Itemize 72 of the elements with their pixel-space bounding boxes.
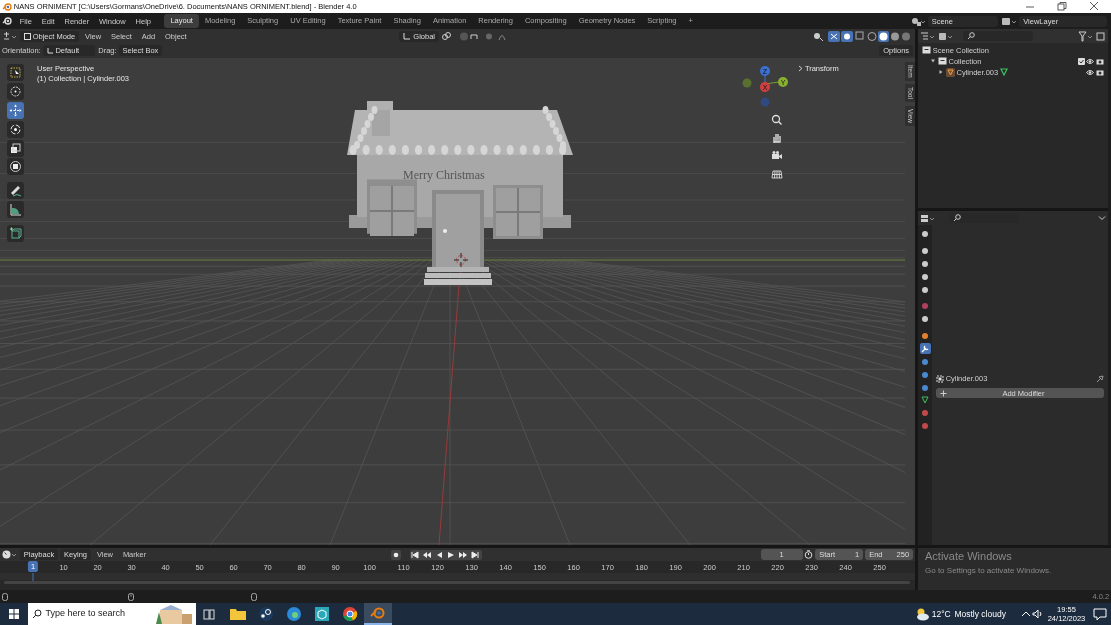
temperature: 12°C [931, 607, 951, 621]
zoom-icon[interactable] [771, 114, 783, 126]
tool-button[interactable] [7, 101, 24, 119]
checkbox-icon[interactable] [1077, 57, 1085, 65]
search-field[interactable] [963, 31, 1034, 41]
xray-icon[interactable] [855, 31, 866, 41]
editor-type-icon[interactable] [919, 212, 936, 224]
axes-icon [46, 47, 54, 54]
measure-icon [9, 203, 22, 216]
properties-tab[interactable] [919, 343, 931, 355]
new-collection-icon[interactable] [1096, 31, 1107, 41]
blender-logo-icon[interactable] [1, 16, 14, 26]
cursor-icon [9, 84, 22, 98]
tool-button[interactable] [7, 182, 24, 200]
overlay-toggle-icon[interactable] [841, 30, 854, 42]
chevron-up-icon[interactable] [1019, 609, 1032, 619]
move-icon [9, 103, 22, 117]
camera-icon[interactable] [771, 150, 783, 162]
mesh-object-icon [945, 67, 955, 77]
select-box-icon [9, 66, 22, 79]
weather-text: Mostly cloudy [954, 607, 1006, 621]
edge-icon [284, 604, 304, 624]
grid-icon[interactable] [771, 168, 783, 180]
editor-type-icon[interactable] [1, 30, 18, 42]
record-icon[interactable] [390, 549, 401, 560]
eye-icon[interactable] [1086, 57, 1095, 65]
transform-icon [9, 160, 22, 174]
camera-icon[interactable] [1096, 57, 1105, 65]
eye-icon[interactable] [1086, 68, 1095, 76]
rotate-icon [9, 122, 22, 136]
mouse-left-icon [1, 592, 8, 601]
clock-icon[interactable] [1, 549, 18, 560]
mesh-data-icon [1000, 68, 1009, 77]
cube-app-icon [312, 604, 332, 624]
camera-icon[interactable] [1096, 68, 1105, 76]
chevron-icon [798, 65, 803, 73]
town-illustration-icon [154, 604, 193, 624]
search-icon [31, 609, 42, 619]
gizmo-toggle-icon[interactable] [827, 30, 840, 42]
plus-icon [939, 389, 947, 397]
scale-icon [9, 141, 22, 155]
mouse-middle-icon [127, 592, 134, 601]
visibility-icon[interactable] [811, 30, 826, 42]
display-mode-icon[interactable] [937, 30, 954, 42]
search-icon [967, 32, 976, 40]
blender-logo-icon [1, 2, 12, 11]
disclosure-triangle-icon[interactable] [929, 58, 936, 65]
mouse-right-icon [250, 592, 257, 601]
filter-icon[interactable] [1078, 30, 1095, 42]
disclosure-triangle-icon[interactable] [937, 69, 944, 76]
3d-cursor-icon [454, 253, 468, 267]
taskbar-search-field[interactable]: Type here to search [28, 603, 196, 625]
activation-text: Go to Settings to activate Windows. [925, 564, 1052, 577]
object-mode-icon [23, 32, 31, 40]
speaker-icon[interactable] [1031, 609, 1044, 619]
mesh-data-icon [921, 396, 929, 405]
tool-button[interactable] [7, 139, 24, 157]
steam-icon [256, 604, 276, 624]
tool-button[interactable] [7, 120, 24, 138]
stopwatch-icon[interactable] [804, 550, 814, 559]
annotate-icon [9, 184, 22, 198]
wrench-icon [921, 344, 929, 353]
chrome-icon [340, 604, 360, 624]
tool-button[interactable] [7, 82, 24, 100]
add-cube-icon [9, 226, 22, 240]
tool-button[interactable] [7, 158, 24, 176]
search-icon [953, 214, 961, 222]
model-text: Merry Christmas [403, 167, 485, 184]
axes-icon [403, 32, 412, 40]
activation-title: Activate Windows [925, 549, 1013, 564]
pin-icon[interactable] [1096, 375, 1105, 384]
chevron-down-icon[interactable] [1098, 214, 1107, 222]
